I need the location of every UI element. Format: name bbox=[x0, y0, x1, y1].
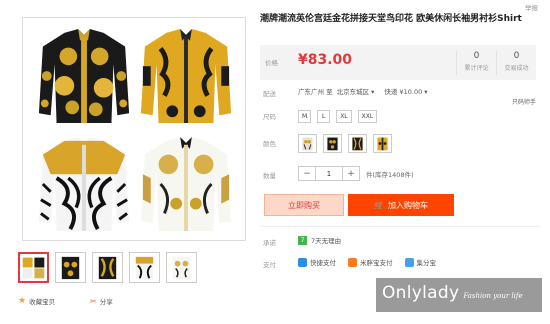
payment-method-wallet[interactable]: 米胖宝支付 bbox=[348, 257, 393, 267]
side-note: 只码师手 bbox=[511, 99, 536, 106]
stat-reviews-label: 累计评论 bbox=[464, 65, 489, 72]
add-to-cart-button[interactable]: 🛒 加入购物车 bbox=[348, 194, 454, 216]
shirt-zebra-gold bbox=[35, 134, 133, 234]
price-value: ¥83.00 bbox=[298, 52, 353, 68]
share-button[interactable]: ✂ 分享 bbox=[90, 296, 113, 307]
price-panel: 价格 ¥83.00 0 累计评论 0 交易成功 bbox=[260, 45, 536, 80]
stat-reviews-count: 0 bbox=[473, 51, 480, 61]
points-icon bbox=[404, 257, 414, 267]
quantity-label: 数量 bbox=[263, 172, 276, 180]
thumbnail-2[interactable] bbox=[55, 252, 86, 283]
size-option-l[interactable]: L bbox=[317, 110, 331, 123]
delivery-info: 广东广州 至 北京东城区 ▾ 快递 ¥10.00 ▾ bbox=[298, 86, 428, 96]
size-option-xxl[interactable]: XXL bbox=[357, 110, 378, 123]
watermark-tagline: Fashion your life bbox=[463, 292, 523, 300]
favorite-label: 收藏宝贝 bbox=[29, 298, 56, 306]
shirt-black-gold-front bbox=[35, 26, 133, 126]
shirt-gold-black-front bbox=[137, 26, 235, 126]
promise-text: 7天无理由 bbox=[311, 237, 342, 245]
report-link[interactable]: 举报 bbox=[525, 2, 538, 12]
shirt-white-gold bbox=[137, 134, 235, 234]
quantity-input[interactable]: 1 bbox=[316, 166, 342, 181]
color-option-2[interactable] bbox=[323, 134, 342, 153]
color-option-3[interactable] bbox=[348, 134, 367, 153]
buy-now-label: 立即购买 bbox=[288, 200, 320, 210]
delivery-label: 配送 bbox=[263, 90, 276, 98]
payment-method-label: 集分宝 bbox=[416, 259, 437, 267]
payment-method-label: 快捷支付 bbox=[310, 259, 336, 267]
seven-day-badge-icon: 7 bbox=[298, 235, 307, 245]
color-option-1[interactable] bbox=[298, 134, 317, 153]
cart-icon: 🛒 bbox=[374, 200, 384, 210]
delivery-method-select[interactable]: 快递 ¥10.00 ▾ bbox=[384, 86, 427, 96]
thumbnail-5[interactable] bbox=[166, 252, 197, 283]
delivery-to-select[interactable]: 北京东城区 ▾ bbox=[337, 86, 375, 96]
main-product-image[interactable] bbox=[22, 17, 246, 241]
thumbnail-3[interactable] bbox=[92, 252, 123, 283]
watermark-main-text: Onlylady bbox=[382, 283, 460, 303]
promise-label: 承诺 bbox=[263, 239, 276, 247]
add-to-cart-label: 加入购物车 bbox=[387, 200, 428, 210]
payment-methods: 快捷支付 米胖宝支付 集分宝 bbox=[298, 257, 436, 267]
payment-label: 支付 bbox=[263, 261, 276, 269]
stock-info: 件(库存1408件) bbox=[366, 170, 414, 179]
size-label: 尺码 bbox=[263, 113, 276, 121]
wallet-icon bbox=[348, 257, 357, 267]
promise-info[interactable]: 7 7天无理由 bbox=[298, 235, 341, 245]
delivery-from: 广东广州 至 bbox=[298, 88, 333, 96]
color-options bbox=[298, 134, 392, 153]
watermark-logo: Onlylady Fashion your life bbox=[376, 278, 542, 312]
color-label: 颜色 bbox=[263, 140, 276, 148]
divider bbox=[260, 226, 540, 227]
quickpay-icon bbox=[298, 257, 307, 267]
size-option-xl[interactable]: XL bbox=[336, 110, 352, 123]
favorite-button[interactable]: ★ 收藏宝贝 bbox=[18, 296, 55, 306]
quantity-stepper: − 1 + 件(库存1408件) bbox=[298, 166, 414, 181]
size-option-m[interactable]: M bbox=[298, 110, 312, 123]
share-label: 分享 bbox=[99, 298, 113, 306]
payment-method-quickpay[interactable]: 快捷支付 bbox=[298, 257, 336, 267]
buy-now-button[interactable]: 立即购买 bbox=[264, 194, 344, 216]
price-label: 价格 bbox=[265, 59, 278, 67]
payment-method-points[interactable]: 集分宝 bbox=[404, 257, 437, 267]
payment-method-label: 米胖宝支付 bbox=[360, 259, 393, 267]
stat-sales-count: 0 bbox=[513, 51, 520, 61]
share-icon: ✂ bbox=[90, 296, 97, 306]
star-icon: ★ bbox=[18, 296, 27, 306]
product-title: 潮牌潮流英伦宫廷金花拼接天堂鸟印花 欧美休闲长袖男衬衫Shirt bbox=[260, 14, 522, 24]
stat-sales[interactable]: 0 交易成功 bbox=[496, 51, 536, 75]
color-option-4[interactable] bbox=[373, 134, 392, 153]
thumbnail-4[interactable] bbox=[129, 252, 160, 283]
stat-sales-label: 交易成功 bbox=[504, 65, 529, 72]
quantity-minus-button[interactable]: − bbox=[298, 166, 316, 181]
thumbnail-1[interactable] bbox=[18, 252, 49, 283]
size-options: M L XL XXL bbox=[298, 110, 378, 123]
quantity-plus-button[interactable]: + bbox=[342, 166, 360, 181]
stat-reviews[interactable]: 0 累计评论 bbox=[456, 51, 496, 75]
